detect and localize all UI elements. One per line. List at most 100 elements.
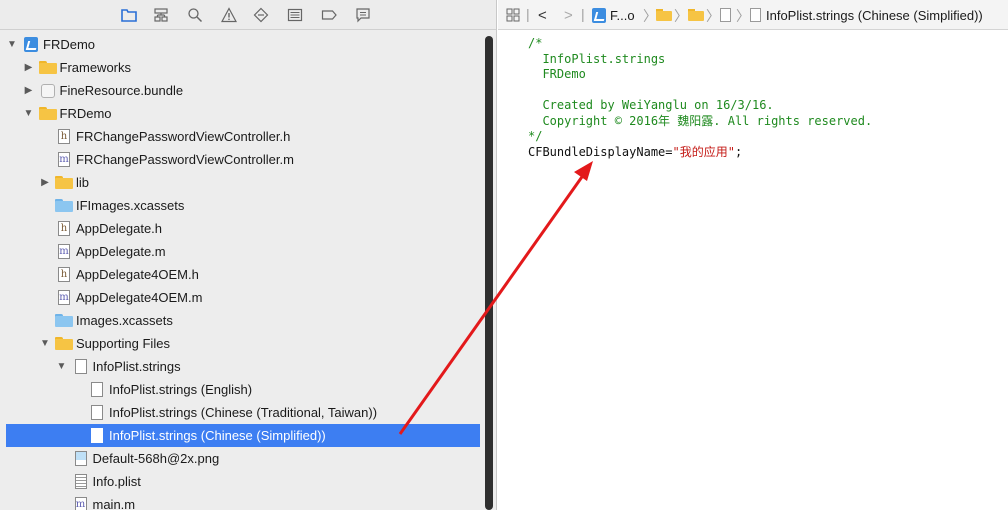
breadcrumb-chevron-icon: 〉: [674, 8, 688, 24]
tree-row[interactable]: ▼ FRDemo: [0, 33, 480, 56]
tag-icon[interactable]: [320, 6, 338, 24]
tree-row-label: InfoPlist.strings (English): [109, 382, 253, 397]
source-file-icon: m: [58, 152, 70, 167]
diamond-icon[interactable]: [252, 6, 270, 24]
tree-row[interactable]: Info.plist: [0, 470, 480, 493]
folder-icon: [38, 60, 57, 76]
asset-catalog-icon: [55, 313, 73, 329]
strings-file-icon: [88, 405, 106, 421]
forward-button[interactable]: >: [564, 7, 573, 24]
breadcrumb-file[interactable]: InfoPlist.strings (Chinese (Simplified)): [750, 7, 983, 23]
tree-row[interactable]: ▶ lib: [0, 171, 480, 194]
hierarchy-icon[interactable]: [152, 6, 170, 24]
tree-row[interactable]: IFImages.xcassets: [0, 194, 480, 217]
tree-row-label: AppDelegate.m: [76, 244, 166, 259]
tree-row[interactable]: m main.m: [0, 493, 480, 510]
disclosure-closed-icon[interactable]: ▶: [23, 85, 35, 97]
code-line: Created by WeiYanglu on 16/3/16.: [528, 98, 774, 112]
disclosure-closed-icon[interactable]: ▶: [23, 62, 35, 74]
tree-row[interactable]: Images.xcassets: [0, 309, 480, 332]
strings-file-icon: [750, 8, 761, 22]
tree-row[interactable]: InfoPlist.strings (English): [0, 378, 480, 401]
tree-row-label: FineResource.bundle: [59, 83, 184, 98]
folder-icon: [688, 9, 704, 21]
comment-icon[interactable]: [354, 6, 372, 24]
list-icon[interactable]: [286, 6, 304, 24]
code-line: InfoPlist.strings: [528, 51, 666, 66]
search-icon[interactable]: [186, 6, 204, 24]
asset-catalog-icon: [55, 198, 73, 214]
strings-file-icon: [88, 382, 106, 398]
folder-icon: [38, 106, 57, 122]
project-navigator: ▼ FRDemo ▶ Frameworks ▶ FineResource.bundle ▼ F…: [0, 0, 497, 510]
breadcrumb-strings-group[interactable]: [720, 7, 731, 23]
line-terminator: ;: [734, 144, 743, 159]
plist-value: "我的应用": [672, 144, 735, 159]
disclosure-open-icon[interactable]: ▼: [39, 338, 51, 350]
code-line-key: CFBundleDisplayName="我的应用";: [528, 145, 872, 161]
code-text[interactable]: /* InfoPlist.strings FRDemo Created by W…: [528, 36, 872, 160]
folder-icon[interactable]: [120, 6, 138, 24]
jumpbar-divider: |: [581, 6, 585, 22]
strings-file-icon: [720, 8, 731, 22]
breadcrumb-project[interactable]: F...o: [592, 7, 635, 23]
tree-row-label: FRChangePasswordViewController.h: [76, 129, 291, 144]
tree-row[interactable]: ▼ InfoPlist.strings: [0, 355, 480, 378]
disclosure-open-icon[interactable]: ▼: [56, 361, 68, 373]
tree-row-label: Default-568h@2x.png: [92, 451, 220, 466]
tree-row[interactable]: m AppDelegate.m: [0, 240, 480, 263]
image-file-icon: [72, 451, 90, 467]
folder-icon: [55, 336, 73, 352]
tree-row-label: AppDelegate4OEM.m: [76, 290, 203, 305]
tree-row[interactable]: h AppDelegate4OEM.h: [0, 263, 480, 286]
tree-row[interactable]: ▼ FRDemo: [0, 102, 480, 125]
tree-row-label: InfoPlist.strings: [92, 359, 181, 374]
plist-file-icon: [72, 474, 90, 490]
tree-row-label: main.m: [92, 497, 136, 510]
code-line: Copyright © 2016年 魏阳露. All rights reserv…: [528, 113, 873, 128]
related-items-icon[interactable]: [506, 7, 520, 23]
disclosure-open-icon[interactable]: ▼: [23, 108, 35, 120]
tree-row[interactable]: InfoPlist.strings (Chinese (Traditional,…: [0, 401, 480, 424]
disclosure-closed-icon[interactable]: ▶: [39, 177, 51, 189]
source-file-icon: m: [74, 497, 87, 510]
tree-row-label: FRDemo: [59, 106, 112, 121]
tree-row[interactable]: m FRChangePasswordViewController.m: [0, 148, 480, 171]
tree-row-label: IFImages.xcassets: [76, 198, 185, 213]
code-line: /*: [528, 36, 543, 50]
tree-row[interactable]: ▶ FineResource.bundle: [0, 79, 480, 102]
disclosure-open-icon[interactable]: ▼: [6, 39, 18, 51]
tree-row[interactable]: InfoPlist.strings (Chinese (Simplified)): [6, 424, 480, 447]
tree-row[interactable]: m AppDelegate4OEM.m: [0, 286, 480, 309]
tree-row-label: AppDelegate4OEM.h: [76, 267, 199, 282]
breadcrumb-folder-frdemo[interactable]: [656, 7, 672, 23]
tree-row-label: Images.xcassets: [76, 313, 173, 328]
jump-bar: | < > | F...o 〉 〉 〉 〉 InfoPlist.strings …: [498, 0, 1008, 30]
strings-file-icon: [88, 428, 106, 444]
folder-icon: [656, 9, 672, 21]
project-icon: [22, 37, 40, 53]
warning-icon[interactable]: [220, 6, 238, 24]
header-file-icon: h: [55, 267, 73, 283]
code-line: */: [528, 129, 543, 143]
tree-row[interactable]: ▶ Frameworks: [0, 56, 480, 79]
tree-row-label: lib: [76, 175, 90, 190]
project-icon: [592, 7, 606, 23]
tree-row[interactable]: h FRChangePasswordViewController.h: [0, 125, 480, 148]
tree-row-label: FRChangePasswordViewController.m: [76, 152, 294, 167]
tree-row-label: Info.plist: [92, 474, 141, 489]
navigator-scrollbar[interactable]: [485, 36, 493, 510]
tree-row[interactable]: h AppDelegate.h: [0, 217, 480, 240]
source-file-icon: m: [58, 244, 70, 259]
navigator-toolbar: [0, 0, 496, 30]
breadcrumb-folder-supporting[interactable]: [688, 7, 704, 23]
header-file-icon: h: [55, 221, 73, 237]
tree-row-label: InfoPlist.strings (Chinese (Simplified)): [109, 428, 326, 443]
tree-row-label: AppDelegate.h: [76, 221, 163, 236]
plist-key: CFBundleDisplayName=: [528, 144, 673, 159]
tree-row[interactable]: ▼ Supporting Files: [0, 332, 480, 355]
breadcrumb-chevron-icon: 〉: [736, 8, 750, 24]
back-button[interactable]: <: [538, 7, 547, 24]
tree-row[interactable]: Default-568h@2x.png: [0, 447, 480, 470]
